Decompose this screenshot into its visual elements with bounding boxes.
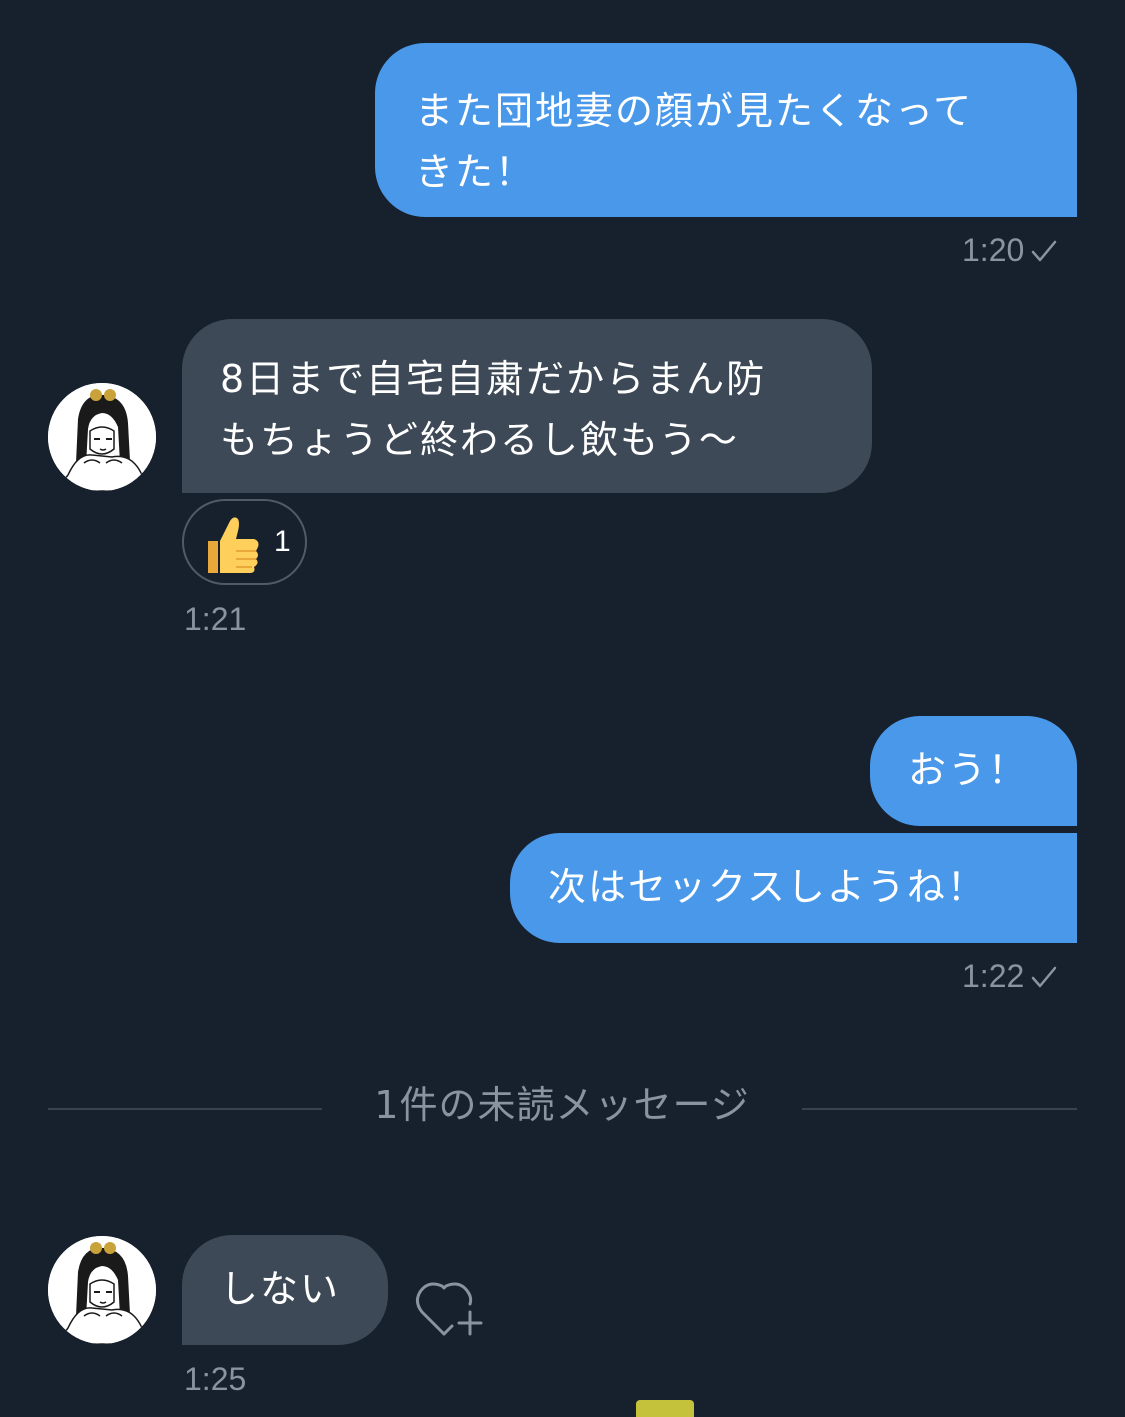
unread-divider: 1件の未読メッセージ [374,1083,750,1127]
divider-line-left [48,1108,322,1110]
message-timestamp: 1:22 [962,958,1058,997]
message-timestamp: 1:21 [184,601,247,637]
message-bubble-sent[interactable]: おう！ [870,716,1077,826]
message-timestamp: 1:20 [962,232,1058,271]
avatar[interactable] [48,383,156,491]
heart-plus-icon[interactable] [414,1276,486,1340]
message-bubble-sent[interactable]: 次はセックスしようね！ [510,833,1077,943]
reaction-count: 1 [274,525,291,558]
divider-line-right [802,1108,1077,1110]
partial-emoji-icon [636,1400,694,1417]
reaction-badge[interactable]: 1 [182,499,307,585]
message-bubble-received[interactable]: 8日まで自宅自粛だからまん防 もちょうど終わるし飲もう〜 [182,319,872,493]
message-bubble-received[interactable]: しない [182,1235,388,1345]
message-bubble-sent[interactable]: また団地妻の顔が見たくなって きた！ [375,43,1077,217]
check-icon [1030,235,1058,271]
check-icon [1030,961,1058,997]
thumbs-up-icon [202,513,262,581]
avatar[interactable] [48,1236,156,1344]
message-timestamp: 1:25 [184,1361,247,1397]
